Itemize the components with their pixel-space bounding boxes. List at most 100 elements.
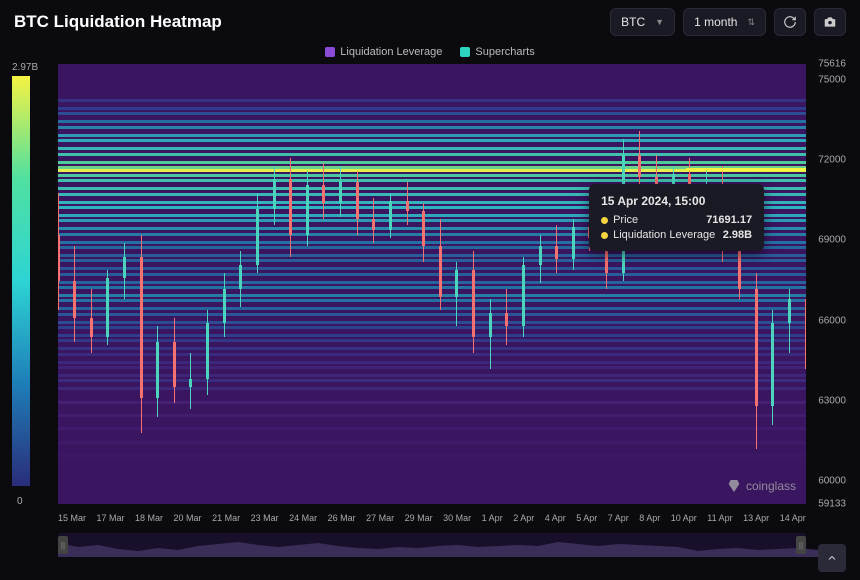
tooltip-row-label: Price [613,214,638,226]
x-tick: 26 Mar [328,513,356,527]
chart-plot[interactable]: 15 Apr 2024, 15:00 Price 71691.17 Liquidati… [58,64,806,504]
gradient-bar [12,76,30,486]
heat-band [58,366,806,369]
heat-band [58,326,806,329]
heat-band [58,313,806,316]
candle [256,64,259,504]
scroll-top-button[interactable] [818,544,846,572]
x-tick: 30 Mar [443,513,471,527]
candle [455,64,458,504]
y-axis: 7561675000720006900066000630006000059133 [810,64,850,504]
legend-item-supercharts: Supercharts [460,46,534,58]
screenshot-button[interactable] [814,8,846,36]
candle [90,64,93,504]
x-tick: 20 Mar [174,513,202,527]
x-tick: 7 Apr [608,513,629,527]
page-title: BTC Liquidation Heatmap [14,12,222,32]
candle [422,64,425,504]
heat-band [58,347,806,350]
watermark-text: coinglass [746,479,796,493]
candle [356,64,359,504]
tooltip-row-value: 2.98B [723,229,752,241]
chevron-up-icon [826,552,838,564]
refresh-button[interactable] [774,8,806,36]
candle [389,64,392,504]
refresh-icon [783,15,797,29]
heat-band [58,120,806,123]
chevron-down-icon: ▼ [655,17,664,27]
tooltip-date: 15 Apr 2024, 15:00 [601,194,752,208]
symbol-select[interactable]: BTC ▼ [610,8,675,36]
heat-band [58,321,806,324]
candle [206,64,209,504]
candle [505,64,508,504]
heat-band [58,401,806,404]
watermark: coinglass [726,478,796,494]
x-axis: 15 Mar17 Mar18 Mar20 Mar21 Mar23 Mar24 M… [58,513,806,527]
y-tick: 72000 [818,155,846,166]
heat-band [58,112,806,115]
heat-band [58,294,806,297]
tooltip-row: Price 71691.17 [601,214,752,226]
candle [406,64,409,504]
x-tick: 24 Mar [289,513,317,527]
candle [771,64,774,504]
heat-band [58,254,806,257]
brush-sparkline [58,533,818,557]
tooltip-row-value: 71691.17 [706,214,752,226]
x-tick: 29 Mar [405,513,433,527]
x-tick: 2 Apr [513,513,534,527]
heat-band [58,454,806,457]
chart-tooltip: 15 Apr 2024, 15:00 Price 71691.17 Liquidati… [589,184,764,251]
candle [322,64,325,504]
range-select[interactable]: 1 month ⇅ [683,8,766,36]
candle [539,64,542,504]
candle [140,64,143,504]
candle [738,64,741,504]
heat-band [58,379,806,382]
heat-band [58,414,806,417]
heat-band [58,174,806,177]
heat-band [58,281,806,284]
candle [239,64,242,504]
tooltip-row: Liquidation Leverage 2.98B [601,229,752,241]
time-brush[interactable]: || || [58,533,806,557]
heat-band [58,107,806,110]
candle [522,64,525,504]
candle [273,64,276,504]
chart-area: 2.97B 0 15 Apr 2024, 15:00Price71691.17L… [10,64,850,509]
candle [106,64,109,504]
heat-band [58,339,806,342]
tooltip-row-label: Liquidation Leverage [613,229,715,241]
candle [173,64,176,504]
candle [672,64,675,504]
x-tick: 18 Mar [135,513,163,527]
x-tick: 1 Apr [482,513,503,527]
gradient-max-label: 2.97B [12,62,38,73]
y-tick: 75616 [818,59,846,70]
candle [223,64,226,504]
brush-handle-right[interactable]: || [796,536,806,554]
y-tick: 69000 [818,235,846,246]
x-tick: 27 Mar [366,513,394,527]
heat-band [58,134,806,137]
heat-band [58,153,806,156]
candle [605,64,608,504]
heat-band [58,387,806,390]
heat-band [58,126,806,129]
range-select-value: 1 month [694,15,737,29]
candle [439,64,442,504]
brush-handle-left[interactable]: || [58,536,68,554]
legend-label-liq: Liquidation Leverage [340,46,442,58]
x-tick: 13 Apr [743,513,769,527]
x-tick: 21 Mar [212,513,240,527]
x-tick: 8 Apr [639,513,660,527]
legend-label-sup: Supercharts [475,46,534,58]
heat-band [58,361,806,364]
legend-swatch-sup [460,47,470,57]
heat-band [58,179,806,182]
candle [788,64,791,504]
candle [555,64,558,504]
candle [572,64,575,504]
header: BTC Liquidation Heatmap BTC ▼ 1 month ⇅ [0,0,860,44]
